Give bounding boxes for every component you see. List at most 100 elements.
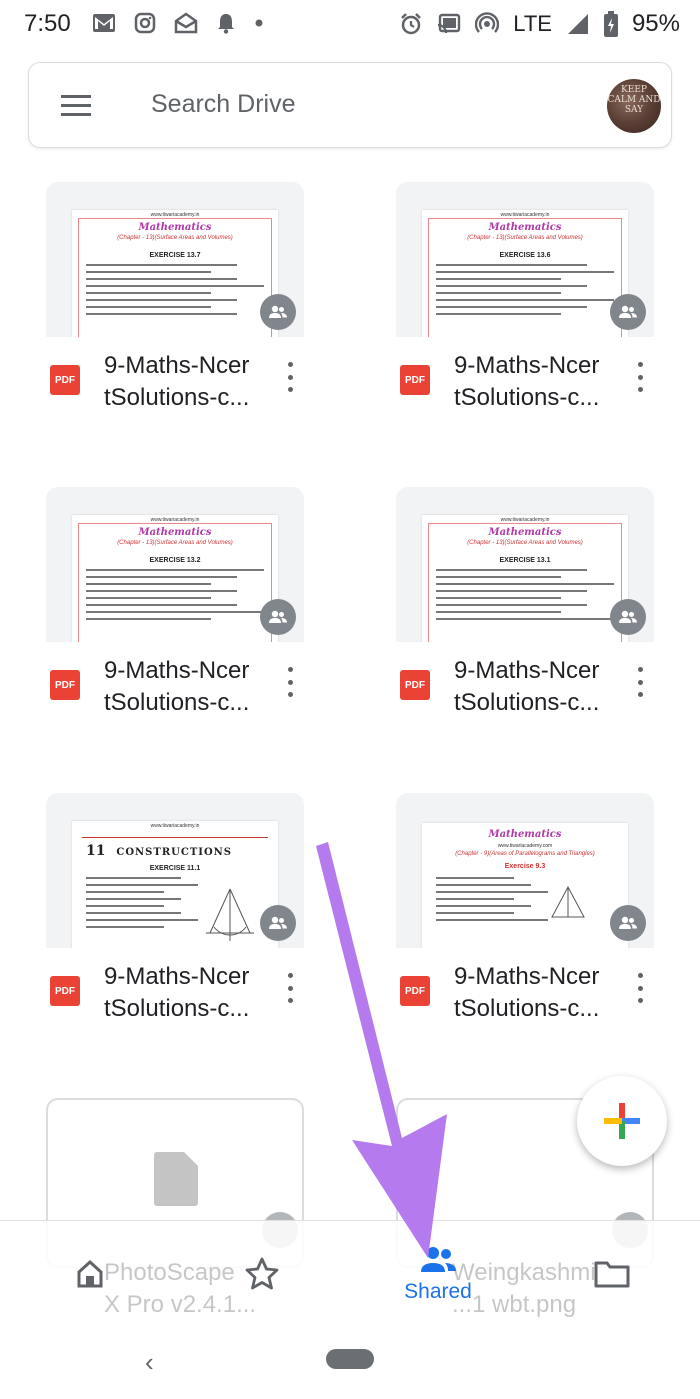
thumb-exercise: EXERCISE 13.2: [149, 557, 201, 564]
plus-icon: [604, 1103, 640, 1139]
shared-badge-icon: [260, 294, 296, 330]
thumb-subtitle: (Chapter - 13)(Surface Areas and Volumes…: [467, 235, 583, 241]
avatar-text: KEEP CALM AND SAY: [607, 85, 661, 115]
back-chevron-icon[interactable]: ‹: [145, 1347, 154, 1378]
file-name[interactable]: 9-Maths-Ncer tSolutions-c...: [454, 350, 629, 414]
file-card[interactable]: www.tiwariacademy.in 11 CONSTRUCTIONS EX…: [46, 793, 304, 1063]
network-type: LTE: [513, 11, 552, 36]
thumb-exercise: EXERCISE 13.1: [499, 557, 551, 564]
file-name-line2: tSolutions-c...: [454, 995, 600, 1022]
document-preview: www.tiwariacademy.in 11 CONSTRUCTIONS EX…: [72, 821, 278, 948]
more-options-icon[interactable]: [636, 667, 644, 697]
file-card[interactable]: www.tiwariacademy.in Mathematics (Chapte…: [46, 487, 304, 757]
search-input[interactable]: Search Drive: [151, 90, 296, 119]
bell-icon: [218, 14, 234, 34]
file-thumbnail[interactable]: www.tiwariacademy.in 11 CONSTRUCTIONS EX…: [46, 793, 304, 948]
file-thumbnail[interactable]: www.tiwariacademy.in Mathematics (Chapte…: [396, 182, 654, 337]
nav-shared-label: Shared: [404, 1279, 472, 1303]
pdf-icon: PDF: [50, 976, 80, 1006]
file-thumbnail[interactable]: Mathematics www.tiwariacademy.com (Chapt…: [396, 793, 654, 948]
shared-icon: [421, 1246, 456, 1272]
file-name-line1: 9-Maths-Ncer: [454, 657, 600, 684]
instagram-icon: [134, 12, 156, 34]
battery-percent: 95%: [631, 10, 680, 37]
thumb-title: Mathematics: [488, 222, 562, 233]
thumb-chapter-number: 11: [86, 843, 106, 859]
home-icon: [77, 1259, 103, 1287]
home-pill-icon[interactable]: [326, 1349, 374, 1369]
thumb-site: www.tiwariacademy.com: [497, 843, 553, 849]
document-preview: www.tiwariacademy.in Mathematics (Chapte…: [422, 210, 628, 337]
thumb-title: Mathematics: [488, 829, 562, 840]
thumb-subtitle: (Chapter - 13)(Surface Areas and Volumes…: [117, 540, 233, 546]
document-preview: Mathematics www.tiwariacademy.com (Chapt…: [422, 823, 628, 948]
system-indicators: LTE 95%: [399, 10, 680, 38]
notification-icons: [92, 12, 264, 34]
thumb-title: Mathematics: [488, 527, 562, 538]
thumb-exercise: EXERCISE 13.7: [149, 252, 201, 259]
file-thumbnail[interactable]: www.tiwariacademy.in Mathematics (Chapte…: [396, 487, 654, 642]
file-name-line2: tSolutions-c...: [104, 384, 250, 411]
triangle-figure-icon: [551, 885, 585, 918]
thumb-exercise: EXERCISE 11.1: [149, 865, 201, 872]
document-preview: www.tiwariacademy.in Mathematics (Chapte…: [422, 515, 628, 642]
thumb-site: www.tiwariacademy.in: [500, 517, 550, 523]
file-name[interactable]: 9-Maths-Ncer tSolutions-c...: [454, 655, 629, 719]
bottom-navigation: PhotoScape X Pro v2.4.1... Weingkashmi .…: [0, 1220, 700, 1325]
more-options-icon[interactable]: [286, 667, 294, 697]
file-name-line1: 9-Maths-Ncer: [104, 657, 250, 684]
shared-badge-icon: [610, 294, 646, 330]
file-name-line1: 9-Maths-Ncer: [104, 963, 250, 990]
pdf-icon: PDF: [50, 365, 80, 395]
document-preview: www.tiwariacademy.in Mathematics (Chapte…: [72, 210, 278, 337]
more-options-icon[interactable]: [286, 362, 294, 392]
shared-badge-icon: [260, 599, 296, 635]
shared-badge-icon: [260, 905, 296, 941]
file-name[interactable]: 9-Maths-Ncer tSolutions-c...: [104, 961, 279, 1025]
file-thumbnail[interactable]: www.tiwariacademy.in Mathematics (Chapte…: [46, 182, 304, 337]
pdf-icon: PDF: [400, 365, 430, 395]
new-button[interactable]: [577, 1076, 667, 1166]
account-avatar[interactable]: KEEP CALM AND SAY: [607, 79, 661, 133]
file-name-line1: 9-Maths-Ncer: [104, 352, 250, 379]
file-card[interactable]: www.tiwariacademy.in Mathematics (Chapte…: [396, 487, 654, 757]
construction-figure-icon: [206, 888, 254, 941]
nav-shared[interactable]: Shared: [378, 1221, 498, 1326]
file-name-line2: tSolutions-c...: [454, 384, 600, 411]
gmail-icon: [93, 14, 115, 32]
cast-icon: [438, 13, 461, 34]
thumb-site: www.tiwariacademy.in: [500, 212, 550, 218]
more-options-icon[interactable]: [286, 973, 294, 1003]
shared-badge-icon: [610, 905, 646, 941]
shared-badge-icon: [610, 599, 646, 635]
file-name-line1: 9-Maths-Ncer: [454, 352, 600, 379]
search-bar[interactable]: Search Drive KEEP CALM AND SAY: [28, 62, 672, 148]
hamburger-menu-icon[interactable]: [61, 95, 91, 117]
folder-icon: [594, 1261, 630, 1287]
thumb-subtitle: (Chapter - 13)(Surface Areas and Volumes…: [467, 540, 583, 546]
file-card[interactable]: www.tiwariacademy.in Mathematics (Chapte…: [396, 182, 654, 452]
nav-home[interactable]: [58, 1221, 122, 1326]
file-name[interactable]: 9-Maths-Ncer tSolutions-c...: [104, 350, 279, 414]
file-thumbnail[interactable]: www.tiwariacademy.in Mathematics (Chapte…: [46, 487, 304, 642]
more-options-icon[interactable]: [636, 362, 644, 392]
pdf-icon: PDF: [50, 670, 80, 700]
file-name-line2: tSolutions-c...: [104, 689, 250, 716]
thumb-chapter-title: CONSTRUCTIONS: [116, 847, 233, 858]
thumb-site: www.tiwariacademy.in: [150, 823, 200, 829]
nav-starred[interactable]: [230, 1221, 294, 1326]
file-name[interactable]: 9-Maths-Ncer tSolutions-c...: [454, 961, 629, 1025]
generic-file-icon: [154, 1152, 198, 1206]
hotspot-icon: [475, 12, 500, 33]
pdf-icon: PDF: [400, 670, 430, 700]
pdf-icon: PDF: [400, 976, 430, 1006]
file-card[interactable]: Mathematics www.tiwariacademy.com (Chapt…: [396, 793, 654, 1063]
status-bar: 7:50 LTE 95%: [0, 0, 700, 52]
more-options-icon[interactable]: [636, 973, 644, 1003]
file-name-line2: tSolutions-c...: [454, 689, 600, 716]
file-name[interactable]: 9-Maths-Ncer tSolutions-c...: [104, 655, 279, 719]
nav-files[interactable]: [580, 1221, 644, 1326]
mail-open-icon: [174, 12, 198, 34]
file-card[interactable]: www.tiwariacademy.in Mathematics (Chapte…: [46, 182, 304, 452]
star-icon: [245, 1257, 279, 1289]
